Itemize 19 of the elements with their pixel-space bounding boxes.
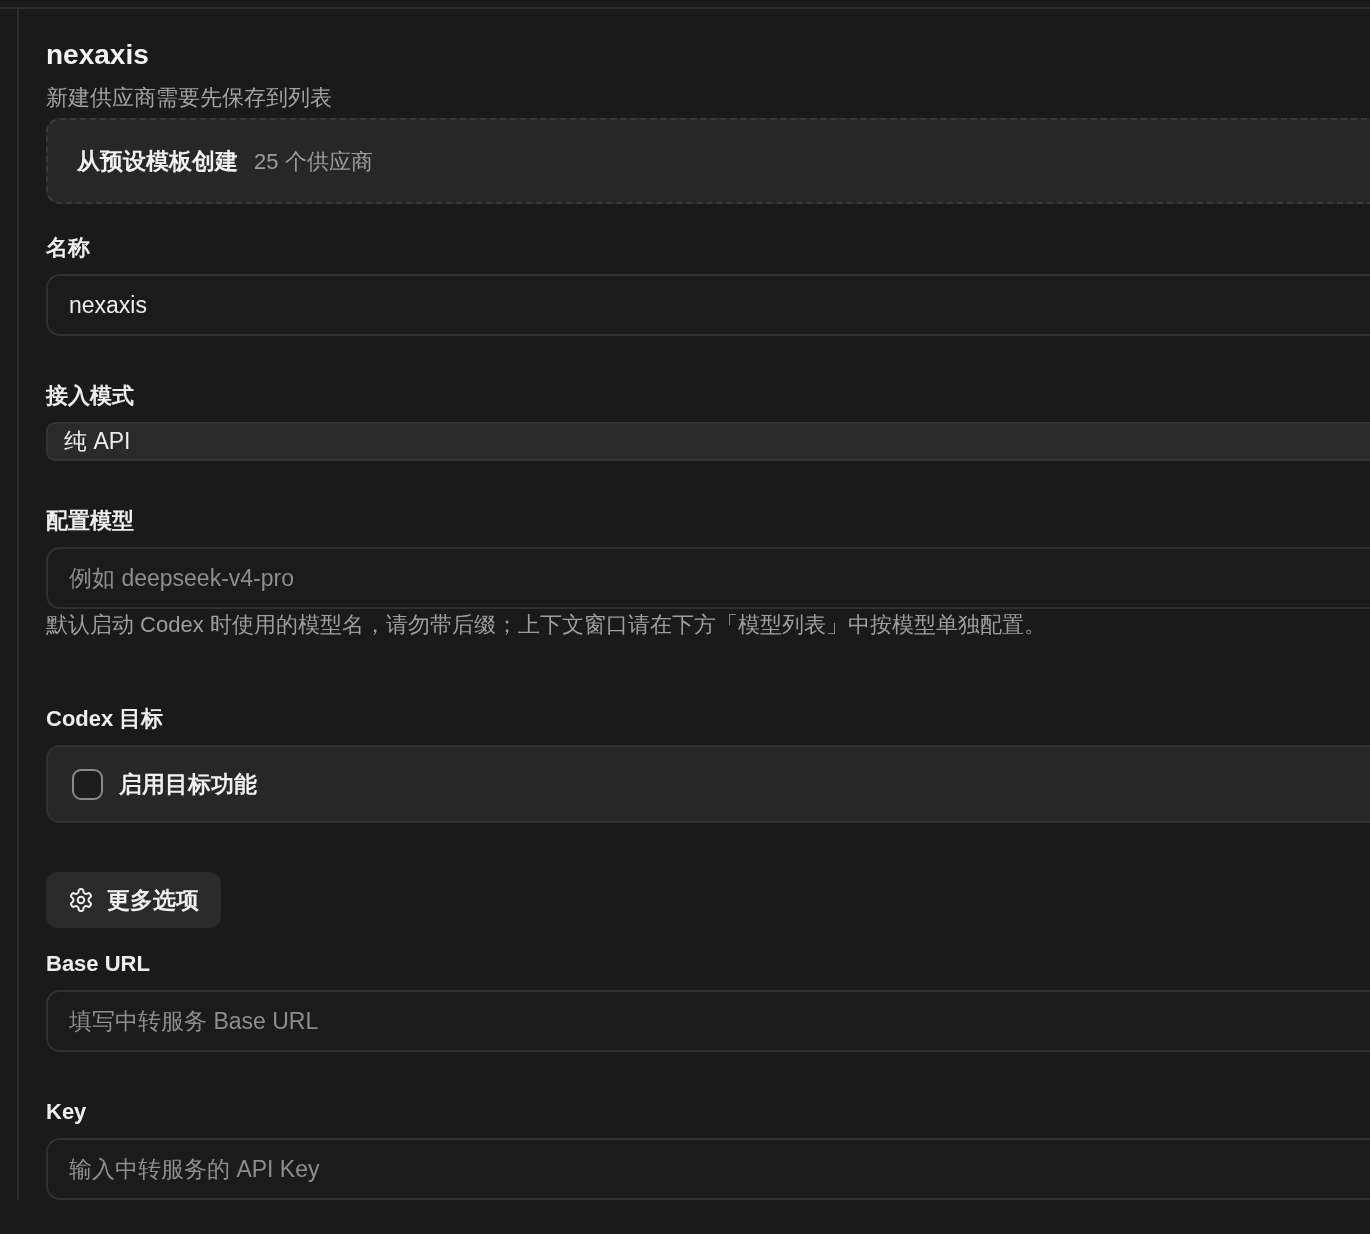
mode-dropdown[interactable]: 纯 API bbox=[46, 422, 1370, 461]
field-label: Key bbox=[46, 1098, 87, 1126]
checkbox[interactable] bbox=[72, 768, 103, 800]
gear-icon bbox=[69, 888, 93, 912]
text-field[interactable]: 填写中转服务 Base URL bbox=[46, 990, 1370, 1052]
provider-title: nexaxis bbox=[46, 38, 150, 72]
checkbox-label[interactable]: 启用目标功能 bbox=[119, 766, 257, 802]
field-label: 配置模型 bbox=[46, 507, 134, 535]
field-label: Codex 目标 bbox=[46, 705, 164, 733]
more-options-button[interactable]: 更多选项 bbox=[46, 872, 221, 928]
text-field[interactable]: 输入中转服务的 API Key bbox=[46, 1138, 1370, 1200]
text-field[interactable]: 例如 deepseek-v4-pro bbox=[46, 547, 1370, 609]
template-button[interactable]: 从预设模板创建 25 个供应商 bbox=[46, 118, 1370, 204]
help-text: 默认启动 Codex 时使用的模型名，请勿带后缀；上下文窗口请在下方「模型列表」中按模型单独配置。 bbox=[46, 611, 1046, 639]
field-label: 名称 bbox=[46, 234, 90, 262]
field-label: 接入模式 bbox=[46, 382, 134, 410]
field-label: Base URL bbox=[46, 950, 150, 978]
provider-subtitle: 新建供应商需要先保存到列表 bbox=[46, 84, 333, 112]
text-field[interactable]: nexaxis bbox=[46, 274, 1370, 336]
